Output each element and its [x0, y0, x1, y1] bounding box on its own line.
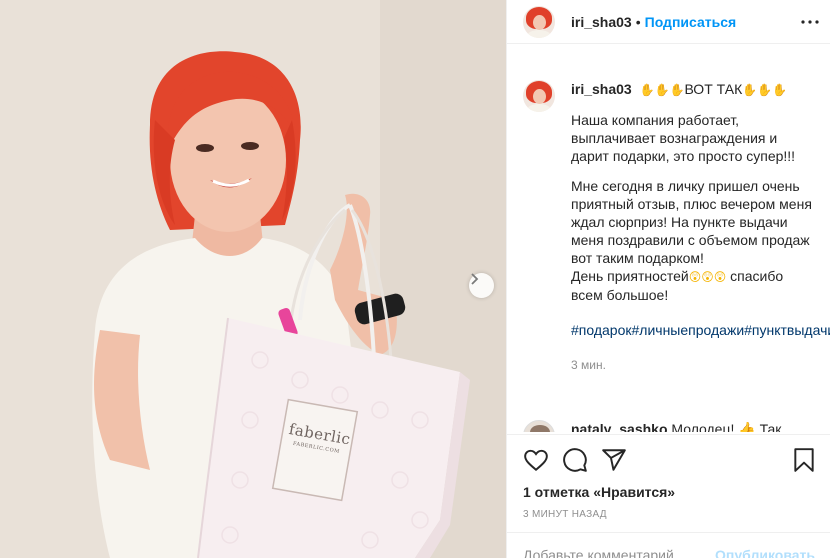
post-side-panel: iri_sha03 • Подписаться iri_sha03 ✋✋✋ВОТ…	[506, 0, 830, 558]
post-actions-area: 1 отметка «Нравится» 3 МИНУТ НАЗАД Опубл…	[507, 434, 830, 558]
comment-input[interactable]	[523, 547, 743, 558]
author-username[interactable]: iri_sha03	[571, 14, 632, 30]
header-separator: •	[635, 13, 641, 30]
comment-item: nataly_sashko Молодец! 👍 Так	[523, 420, 823, 432]
caption-emoji-end: ✋✋✋	[742, 83, 788, 97]
caption-hashtags[interactable]: #подарок#личныепродажи#пунктвыдачи#радос…	[571, 321, 830, 339]
caption-p3-emoji: 😲😲😲	[688, 270, 727, 284]
publish-button[interactable]: Опубликовать	[715, 547, 815, 558]
action-bar	[523, 447, 815, 479]
likes-count[interactable]: 1 отметка «Нравится»	[523, 484, 675, 500]
comment-body: Молодец! 👍 Так	[671, 421, 782, 432]
caption-paragraph-2: Мне сегодня в личку пришел очень приятны…	[571, 178, 812, 266]
caption-avatar[interactable]	[523, 80, 555, 112]
caption-paragraph-3: День приятностей😲😲😲 спасибо всем большое…	[571, 267, 815, 304]
caption-emoji-start: ✋✋✋	[639, 83, 685, 97]
caption-headline: ВОТ ТАК	[684, 81, 743, 97]
save-button[interactable]	[791, 447, 819, 475]
heart-icon	[524, 449, 548, 472]
add-comment-bar: Опубликовать	[507, 532, 830, 558]
caption-time: 3 мин.	[571, 358, 606, 372]
bookmark-icon	[794, 448, 814, 472]
caption-p3-start: День приятностей	[571, 268, 689, 284]
chevron-right-icon	[471, 273, 479, 285]
commenter-username[interactable]: nataly_sashko	[571, 421, 668, 432]
comments-area[interactable]: iri_sha03 ✋✋✋ВОТ ТАК✋✋✋ Наша компания ра…	[507, 60, 830, 432]
comment-icon	[563, 448, 587, 472]
post-header: iri_sha03 • Подписаться	[507, 0, 830, 44]
post-image	[0, 0, 506, 558]
commenter-avatar[interactable]	[523, 420, 555, 432]
post-timestamp[interactable]: 3 МИНУТ НАЗАД	[523, 509, 607, 520]
follow-button[interactable]: Подписаться	[645, 14, 737, 30]
share-icon	[602, 449, 626, 471]
more-horizontal-icon	[801, 20, 819, 24]
carousel-next-button[interactable]	[469, 273, 494, 298]
share-button[interactable]	[601, 447, 629, 475]
post-caption: iri_sha03 ✋✋✋ВОТ ТАК✋✋✋ Наша компания ра…	[507, 60, 830, 374]
like-button[interactable]	[523, 447, 551, 475]
author-avatar[interactable]	[523, 5, 555, 38]
post-photo[interactable]: faberlic FABERLIC.COM	[0, 0, 506, 558]
caption-username[interactable]: iri_sha03	[571, 81, 632, 97]
caption-paragraph-1: Наша компания работает, выплачивает возн…	[571, 112, 796, 164]
comment-button[interactable]	[562, 447, 590, 475]
more-options-button[interactable]	[798, 10, 822, 34]
caption-first-line: iri_sha03 ✋✋✋ВОТ ТАК✋✋✋	[571, 80, 815, 99]
comment-text: nataly_sashko Молодец! 👍 Так	[571, 420, 781, 432]
